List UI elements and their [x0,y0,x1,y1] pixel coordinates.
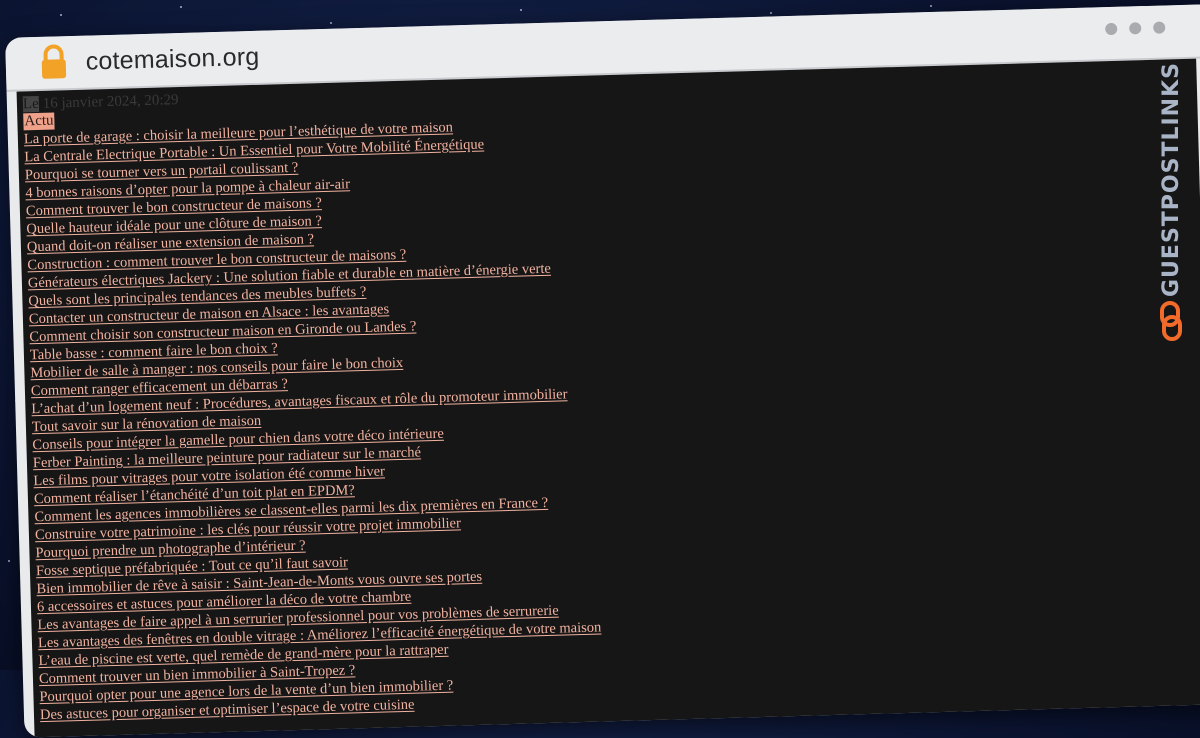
url-text[interactable]: cotemaison.org [85,42,259,76]
category-badge[interactable]: Actu [23,112,55,131]
dot-icon[interactable] [1105,22,1118,36]
browser-window: cotemaison.org Le 16 janvier 2024, 20:29… [5,4,1200,738]
page-content: Le 16 janvier 2024, 20:29 Actu La porte … [22,64,1160,724]
dot-icon[interactable] [1153,21,1166,34]
page-viewport: Le 16 janvier 2024, 20:29 Actu La porte … [16,58,1200,738]
date-prefix: Le [22,95,39,113]
window-controls[interactable] [1105,21,1166,36]
scene: cotemaison.org Le 16 janvier 2024, 20:29… [0,0,1200,738]
dot-icon[interactable] [1129,22,1142,35]
post-date: 16 janvier 2024, 20:29 [42,92,179,112]
watermark-text: GUESTPOSTLINKS [1158,62,1184,297]
lock-icon [31,40,76,85]
article-list: La porte de garage : choisir la meilleur… [24,99,1160,724]
chain-link-icon [1158,301,1184,346]
watermark: GUESTPOSTLINKS [1156,62,1186,352]
